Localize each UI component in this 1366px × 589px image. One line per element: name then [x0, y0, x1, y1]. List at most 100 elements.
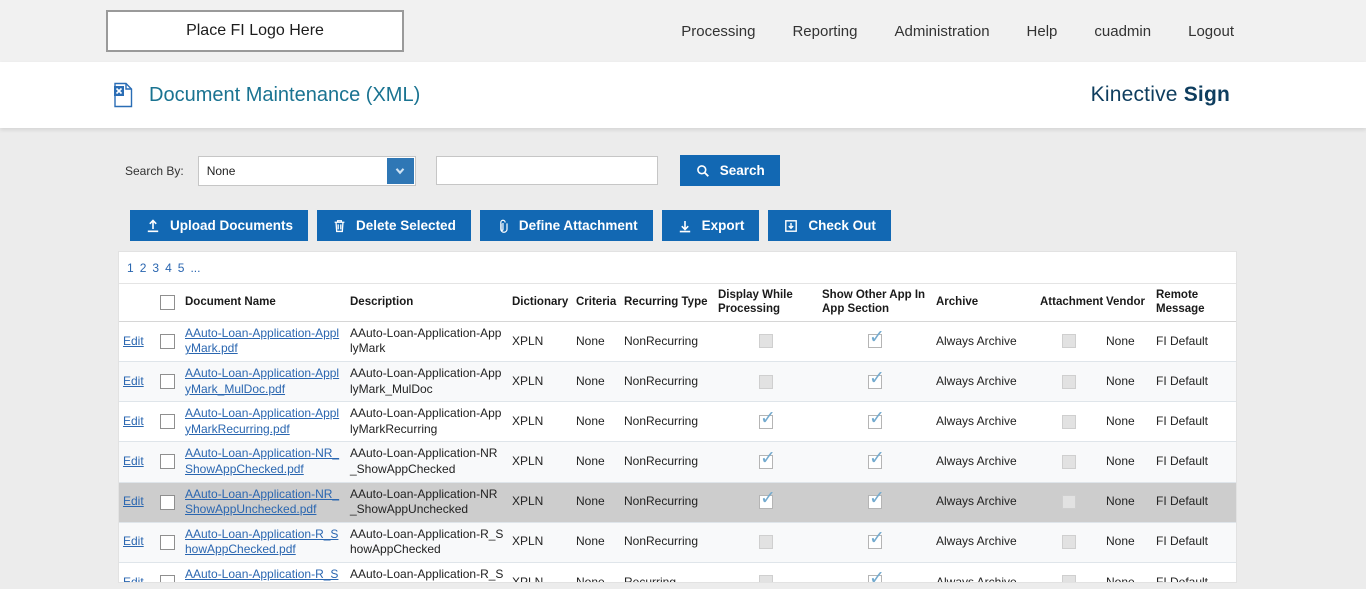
header-attachment: Attachment	[1036, 284, 1102, 321]
display-while-processing-cell	[714, 483, 818, 522]
row-checkbox[interactable]	[160, 414, 175, 429]
edit-cell: Edit	[119, 483, 153, 522]
document-link[interactable]: AAuto-Loan-Application-R_ShowAppUnchecke…	[185, 567, 342, 583]
delete-selected-button[interactable]: Delete Selected	[317, 210, 471, 241]
recurring-type-cell: NonRecurring	[620, 523, 714, 562]
show-other-app-cell	[818, 442, 932, 481]
table-row: Edit AAuto-Loan-Application-NR_ShowAppChe…	[119, 442, 1236, 482]
show-other-app-checkbox-checked[interactable]	[868, 575, 882, 583]
attachment-checkbox-unchecked[interactable]	[1062, 415, 1076, 429]
pagination-page[interactable]: 2	[140, 261, 147, 275]
edit-link[interactable]: Edit	[123, 454, 144, 470]
dictionary-cell: XPLN	[508, 442, 572, 481]
row-checkbox[interactable]	[160, 334, 175, 349]
define-attachment-button[interactable]: Define Attachment	[480, 210, 653, 241]
attachment-checkbox-unchecked[interactable]	[1062, 375, 1076, 389]
remote-message-cell: FI Default	[1152, 362, 1228, 401]
check-out-button[interactable]: Check Out	[768, 210, 891, 241]
vendor-cell: None	[1102, 322, 1152, 361]
dropdown-arrow-button[interactable]	[387, 158, 414, 184]
display-while-processing-checkbox-unchecked[interactable]	[759, 375, 773, 389]
document-link[interactable]: AAuto-Loan-Application-NR_ShowAppUncheck…	[185, 487, 342, 518]
select-all-checkbox[interactable]	[160, 295, 175, 310]
attachment-checkbox-unchecked[interactable]	[1062, 495, 1076, 509]
brand-first: Kinective	[1091, 83, 1178, 106]
dictionary-cell: XPLN	[508, 362, 572, 401]
display-while-processing-checkbox-unchecked[interactable]	[759, 334, 773, 348]
display-while-processing-checkbox-checked[interactable]	[759, 455, 773, 469]
attachment-cell	[1036, 362, 1102, 401]
page-title: Document Maintenance (XML)	[149, 84, 420, 107]
nav-logout[interactable]: Logout	[1188, 23, 1234, 40]
document-link[interactable]: AAuto-Loan-Application-ApplyMark_MulDoc.…	[185, 366, 342, 397]
row-checkbox[interactable]	[160, 575, 175, 583]
document-link[interactable]: AAuto-Loan-Application-ApplyMark.pdf	[185, 326, 342, 357]
nav-processing[interactable]: Processing	[681, 23, 755, 40]
show-other-app-checkbox-checked[interactable]	[868, 455, 882, 469]
display-while-processing-checkbox-checked[interactable]	[759, 495, 773, 509]
trash-icon	[332, 218, 347, 234]
description-cell: AAuto-Loan-Application-R_ShowAppChecked	[346, 523, 508, 562]
show-other-app-checkbox-checked[interactable]	[868, 535, 882, 549]
nav-help[interactable]: Help	[1027, 23, 1058, 40]
show-other-app-cell	[818, 402, 932, 441]
row-checkbox[interactable]	[160, 495, 175, 510]
attachment-checkbox-unchecked[interactable]	[1062, 334, 1076, 348]
show-other-app-checkbox-checked[interactable]	[868, 495, 882, 509]
pagination-page[interactable]: ...	[190, 261, 200, 275]
row-checkbox[interactable]	[160, 535, 175, 550]
header-remote-message: Remote Message	[1152, 284, 1228, 321]
edit-cell: Edit	[119, 523, 153, 562]
remote-message-cell: FI Default	[1152, 563, 1228, 583]
pagination-page[interactable]: 4	[165, 261, 172, 275]
search-by-dropdown[interactable]: None	[198, 156, 416, 186]
show-other-app-checkbox-checked[interactable]	[868, 375, 882, 389]
edit-link[interactable]: Edit	[123, 575, 144, 583]
document-link[interactable]: AAuto-Loan-Application-ApplyMarkRecurrin…	[185, 406, 342, 437]
remote-message-cell: FI Default	[1152, 523, 1228, 562]
nav-username[interactable]: cuadmin	[1094, 23, 1151, 40]
show-other-app-cell	[818, 523, 932, 562]
display-while-processing-cell	[714, 362, 818, 401]
remote-message-cell: FI Default	[1152, 402, 1228, 441]
display-while-processing-checkbox-checked[interactable]	[759, 415, 773, 429]
attachment-checkbox-unchecked[interactable]	[1062, 455, 1076, 469]
attachment-checkbox-unchecked[interactable]	[1062, 575, 1076, 583]
search-button[interactable]: Search	[680, 155, 780, 186]
document-link[interactable]: AAuto-Loan-Application-R_ShowAppChecked.…	[185, 527, 342, 558]
attachment-checkbox-unchecked[interactable]	[1062, 535, 1076, 549]
row-checkbox[interactable]	[160, 454, 175, 469]
table-row: Edit AAuto-Loan-Application-NR_ShowAppUnc…	[119, 483, 1236, 523]
edit-link[interactable]: Edit	[123, 414, 144, 430]
document-link[interactable]: AAuto-Loan-Application-NR_ShowAppChecked…	[185, 446, 342, 477]
table-row: Edit AAuto-Loan-Application-R_ShowAppChec…	[119, 523, 1236, 563]
display-while-processing-cell	[714, 523, 818, 562]
pagination-page[interactable]: 1	[127, 261, 134, 275]
show-other-app-checkbox-checked[interactable]	[868, 334, 882, 348]
display-while-processing-checkbox-unchecked[interactable]	[759, 535, 773, 549]
header-document-name: Document Name	[181, 284, 346, 321]
nav-administration[interactable]: Administration	[895, 23, 990, 40]
upload-documents-button[interactable]: Upload Documents	[130, 210, 308, 241]
edit-link[interactable]: Edit	[123, 374, 144, 390]
row-checkbox[interactable]	[160, 374, 175, 389]
select-cell	[153, 402, 181, 441]
show-other-app-checkbox-checked[interactable]	[868, 415, 882, 429]
nav-reporting[interactable]: Reporting	[792, 23, 857, 40]
criteria-cell: None	[572, 322, 620, 361]
select-cell	[153, 483, 181, 522]
export-button[interactable]: Export	[662, 210, 760, 241]
edit-link[interactable]: Edit	[123, 334, 144, 350]
description-cell: AAuto-Loan-Application-R_ShowAppUnchecke…	[346, 563, 508, 583]
pagination-page[interactable]: 5	[178, 261, 185, 275]
pagination-page[interactable]: 3	[152, 261, 159, 275]
fi-logo-placeholder: Place FI Logo Here	[106, 10, 404, 52]
attachment-cell	[1036, 523, 1102, 562]
edit-link[interactable]: Edit	[123, 494, 144, 510]
display-while-processing-checkbox-unchecked[interactable]	[759, 575, 773, 583]
search-input[interactable]	[436, 156, 658, 185]
archive-cell: Always Archive	[932, 402, 1036, 441]
description-cell: AAuto-Loan-Application-NR_ShowAppUncheck…	[346, 483, 508, 522]
edit-link[interactable]: Edit	[123, 534, 144, 550]
header-display-while-processing: Display While Processing	[714, 284, 818, 321]
